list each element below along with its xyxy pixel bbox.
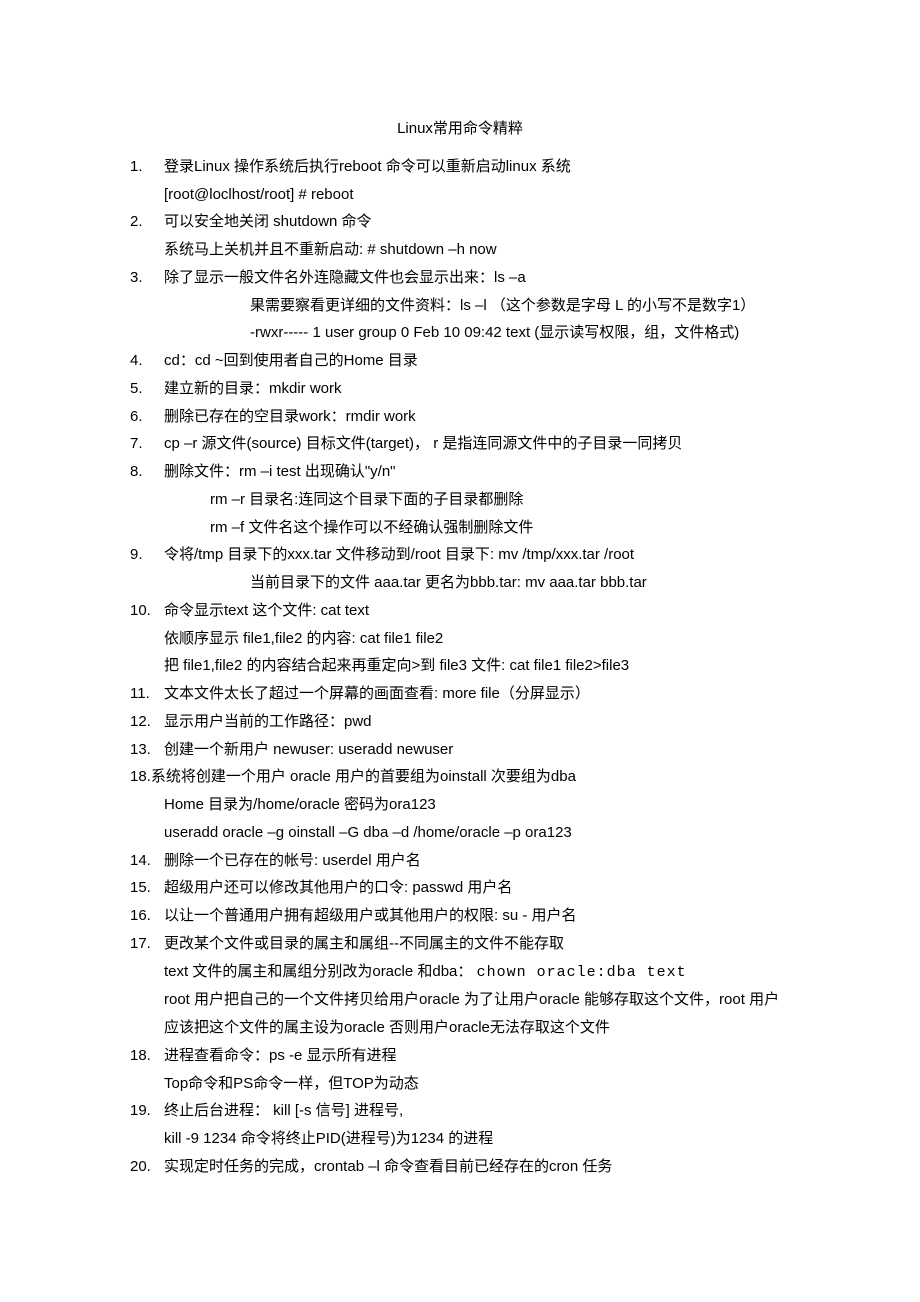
document-title: Linux常用命令精粹 — [130, 115, 790, 143]
list-item-sub: 果需要察看更详细的文件资料：ls –l （这个参数是字母 L 的小写不是数字1） — [130, 292, 790, 320]
item-number: 16. — [130, 902, 164, 930]
item-text: 删除一个已存在的帐号: userdel 用户名 — [164, 847, 790, 875]
item-text: 令将/tmp 目录下的xxx.tar 文件移动到/root 目录下: mv /t… — [164, 541, 790, 569]
list-item: 20.实现定时任务的完成，crontab –l 命令查看目前已经存在的cron … — [130, 1153, 790, 1181]
list-item-body: text 文件的属主和属组分别改为oracle 和dba： chown orac… — [130, 958, 790, 987]
item-number: 11. — [130, 680, 164, 708]
item-text: 终止后台进程： kill [-s 信号] 进程号, — [164, 1097, 790, 1125]
item-number: 17. — [130, 930, 164, 958]
item-text: 删除已存在的空目录work：rmdir work — [164, 403, 790, 431]
item-text: 更改某个文件或目录的属主和属组--不同属主的文件不能存取 — [164, 930, 790, 958]
list-item-line: 系统马上关机并且不重新启动: # shutdown –h now — [130, 236, 790, 264]
list-item: 8.删除文件：rm –i test 出现确认"y/n" — [130, 458, 790, 486]
list-item: 15.超级用户还可以修改其他用户的口令: passwd 用户名 — [130, 874, 790, 902]
list-item-line: Home 目录为/home/oracle 密码为ora123 — [130, 791, 790, 819]
list-item: 6.删除已存在的空目录work：rmdir work — [130, 403, 790, 431]
item-text: 实现定时任务的完成，crontab –l 命令查看目前已经存在的cron 任务 — [164, 1153, 790, 1181]
list-item: 12.显示用户当前的工作路径：pwd — [130, 708, 790, 736]
list-item: 19.终止后台进程： kill [-s 信号] 进程号, — [130, 1097, 790, 1125]
list-item-sub: rm –r 目录名:连同这个目录下面的子目录都删除 — [130, 486, 790, 514]
item-number: 15. — [130, 874, 164, 902]
item-text: 除了显示一般文件名外连隐藏文件也会显示出来：ls –a — [164, 264, 790, 292]
list-item-line: 把 file1,file2 的内容结合起来再重定向>到 file3 文件: ca… — [130, 652, 790, 680]
list-item-sub: rm –f 文件名这个操作可以不经确认强制删除文件 — [130, 514, 790, 542]
item-text: 超级用户还可以修改其他用户的口令: passwd 用户名 — [164, 874, 790, 902]
list-item: 14.删除一个已存在的帐号: userdel 用户名 — [130, 847, 790, 875]
item-number: 14. — [130, 847, 164, 875]
item-text: 建立新的目录：mkdir work — [164, 375, 790, 403]
item-number: 5. — [130, 375, 164, 403]
item-number: 18. — [130, 1042, 164, 1070]
item-number: 3. — [130, 264, 164, 292]
list-item: 1.登录Linux 操作系统后执行reboot 命令可以重新启动linux 系统 — [130, 153, 790, 181]
list-item-line: useradd oracle –g oinstall –G dba –d /ho… — [130, 819, 790, 847]
list-item: 13.创建一个新用户 newuser: useradd newuser — [130, 736, 790, 764]
list-item-line: Top命令和PS命令一样，但TOP为动态 — [130, 1070, 790, 1098]
item-text: 删除文件：rm –i test 出现确认"y/n" — [164, 458, 790, 486]
item-text: 可以安全地关闭 shutdown 命令 — [164, 208, 790, 236]
item-text: 创建一个新用户 newuser: useradd newuser — [164, 736, 790, 764]
item-number: 13. — [130, 736, 164, 764]
item-number: 20. — [130, 1153, 164, 1181]
item-number: 8. — [130, 458, 164, 486]
document-body: 1.登录Linux 操作系统后执行reboot 命令可以重新启动linux 系统… — [130, 153, 790, 1181]
item-number: 12. — [130, 708, 164, 736]
list-item-sub: 当前目录下的文件 aaa.tar 更名为bbb.tar: mv aaa.tar … — [130, 569, 790, 597]
list-item-line: [root@loclhost/root] # reboot — [130, 181, 790, 209]
item-number: 4. — [130, 347, 164, 375]
list-item: 18.进程查看命令：ps -e 显示所有进程 — [130, 1042, 790, 1070]
list-item-line: 依顺序显示 file1,file2 的内容: cat file1 file2 — [130, 625, 790, 653]
item-text: cp –r 源文件(source) 目标文件(target)， r 是指连同源文… — [164, 430, 790, 458]
item-text: 登录Linux 操作系统后执行reboot 命令可以重新启动linux 系统 — [164, 153, 790, 181]
item-text: 以让一个普通用户拥有超级用户或其他用户的权限: su - 用户名 — [164, 902, 790, 930]
list-item: 11.文本文件太长了超过一个屏幕的画面查看: more file（分屏显示） — [130, 680, 790, 708]
item-text: 命令显示text 这个文件: cat text — [164, 597, 790, 625]
list-item: 5.建立新的目录：mkdir work — [130, 375, 790, 403]
item-number: 1. — [130, 153, 164, 181]
list-item-line: kill -9 1234 命令将终止PID(进程号)为1234 的进程 — [130, 1125, 790, 1153]
item-number: 19. — [130, 1097, 164, 1125]
list-item: 16.以让一个普通用户拥有超级用户或其他用户的权限: su - 用户名 — [130, 902, 790, 930]
list-item: 7.cp –r 源文件(source) 目标文件(target)， r 是指连同… — [130, 430, 790, 458]
item-text: 文本文件太长了超过一个屏幕的画面查看: more file（分屏显示） — [164, 680, 790, 708]
list-item-sub: -rwxr----- 1 user group 0 Feb 10 09:42 t… — [130, 319, 790, 347]
item-number: 9. — [130, 541, 164, 569]
list-item: 18.系统将创建一个用户 oracle 用户的首要组为oinstall 次要组为… — [130, 763, 790, 791]
item-number: 10. — [130, 597, 164, 625]
item-number: 6. — [130, 403, 164, 431]
item-number: 7. — [130, 430, 164, 458]
item-text: 显示用户当前的工作路径：pwd — [164, 708, 790, 736]
list-item: 2.可以安全地关闭 shutdown 命令 — [130, 208, 790, 236]
list-item: 9.令将/tmp 目录下的xxx.tar 文件移动到/root 目录下: mv … — [130, 541, 790, 569]
item-text: 进程查看命令：ps -e 显示所有进程 — [164, 1042, 790, 1070]
list-item: 4.cd：cd ~回到使用者自己的Home 目录 — [130, 347, 790, 375]
list-item: 3.除了显示一般文件名外连隐藏文件也会显示出来：ls –a — [130, 264, 790, 292]
list-item: 10.命令显示text 这个文件: cat text — [130, 597, 790, 625]
item-text: cd：cd ~回到使用者自己的Home 目录 — [164, 347, 790, 375]
item-number: 2. — [130, 208, 164, 236]
document-page: Linux常用命令精粹 1.登录Linux 操作系统后执行reboot 命令可以… — [0, 0, 920, 1302]
list-item: 17.更改某个文件或目录的属主和属组--不同属主的文件不能存取 — [130, 930, 790, 958]
list-item-body: root 用户把自己的一个文件拷贝给用户oracle 为了让用户oracle 能… — [130, 986, 790, 1042]
